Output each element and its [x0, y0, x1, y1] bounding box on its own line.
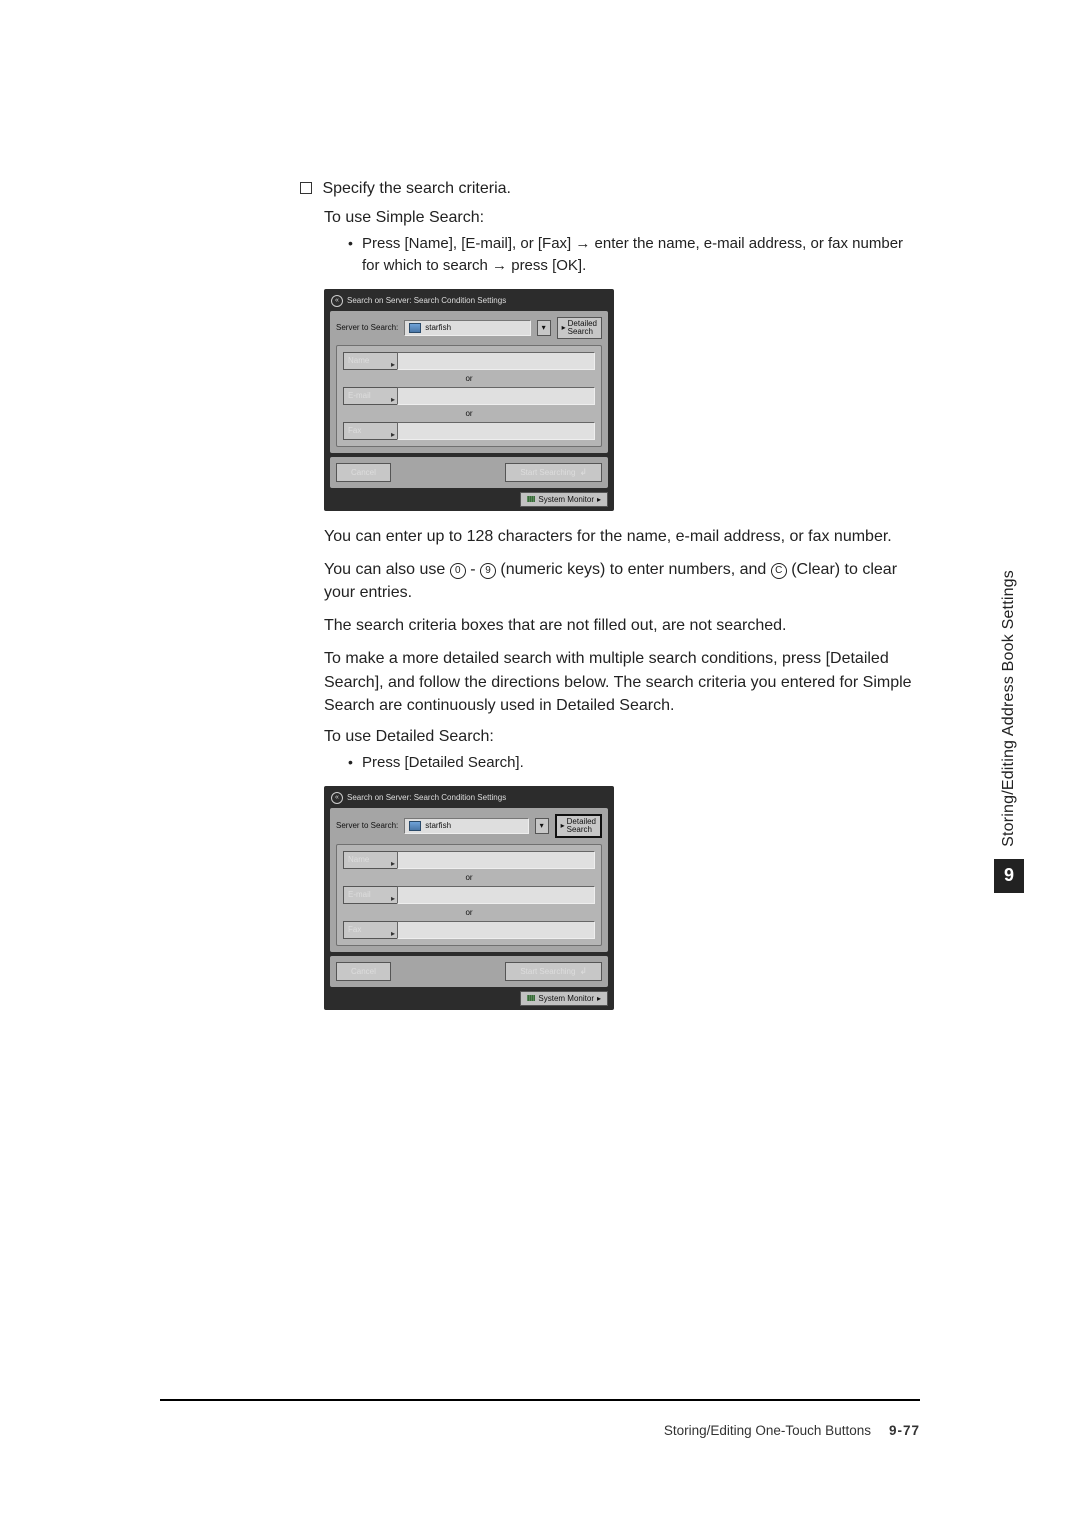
section-heading: Specify the search criteria. [300, 180, 920, 198]
email-field-button-2[interactable]: E-mail [343, 886, 397, 904]
checkbox-glyph [300, 182, 312, 194]
key-0-icon: 0 [450, 563, 466, 579]
fax-field-value-2[interactable] [397, 921, 595, 939]
footer-page-number: 9-77 [889, 1423, 920, 1438]
system-monitor-button[interactable]: System Monitor ▸ [520, 492, 608, 507]
email-field-button[interactable]: E-mail [343, 387, 397, 405]
chevron-right-icon: ▸ [597, 495, 601, 504]
key-clear-icon: C [771, 563, 787, 579]
chevron-right-icon: ▸ [562, 324, 566, 332]
char-limit-note: You can enter up to 128 characters for t… [324, 525, 920, 548]
footer-rule [160, 1399, 920, 1401]
email-field-value-2[interactable] [397, 886, 595, 904]
or-label-4: or [343, 908, 595, 917]
chevron-right-icon: ▸ [597, 994, 601, 1003]
lcd-title-bar-2: « Search on Server: Search Condition Set… [330, 792, 608, 808]
or-label-2: or [343, 409, 595, 418]
unused-criteria-note: The search criteria boxes that are not f… [324, 614, 920, 637]
name-field-value[interactable] [397, 352, 595, 370]
key-9-icon: 9 [480, 563, 496, 579]
server-dropdown-button[interactable]: ▾ [537, 320, 551, 336]
footer-section-title: Storing/Editing One-Touch Buttons [664, 1423, 871, 1438]
side-tab: Storing/Editing Address Book Settings 9 [994, 570, 1024, 893]
server-select[interactable]: starfish [404, 320, 530, 336]
lcd-title-text-2: Search on Server: Search Condition Setti… [347, 793, 506, 802]
detailed-btn-l2: Search [568, 328, 597, 336]
lcd-detailed-search: « Search on Server: Search Condition Set… [324, 786, 614, 1010]
detailed-search-button-highlighted[interactable]: ▸ Detailed Search [555, 814, 602, 838]
name-field-value-2[interactable] [397, 851, 595, 869]
system-monitor-button-2[interactable]: System Monitor ▸ [520, 991, 608, 1006]
detailed-search-explanation: To make a more detailed search with mult… [324, 647, 920, 717]
fax-field-value[interactable] [397, 422, 595, 440]
name-field-button[interactable]: Name [343, 352, 397, 370]
email-field-value[interactable] [397, 387, 595, 405]
chapter-number-box: 9 [994, 859, 1024, 893]
fax-field-button[interactable]: Fax [343, 422, 397, 440]
name-field-button-2[interactable]: Name [343, 851, 397, 869]
lcd-title-bar: « Search on Server: Search Condition Set… [330, 295, 608, 311]
server-to-search-label: Server to Search: [336, 323, 398, 332]
detailed-search-intro: To use Detailed Search: [324, 725, 920, 748]
simple-search-intro: To use Simple Search: [324, 206, 920, 229]
monitor-icon [527, 496, 535, 502]
lcd-simple-search: « Search on Server: Search Condition Set… [324, 289, 614, 511]
server-icon [409, 323, 421, 333]
cancel-button[interactable]: Cancel [336, 463, 391, 482]
section-heading-text: Specify the search criteria. [322, 180, 511, 197]
or-label-3: or [343, 873, 595, 882]
fax-field-button-2[interactable]: Fax [343, 921, 397, 939]
server-to-search-label-2: Server to Search: [336, 821, 398, 830]
monitor-icon [527, 995, 535, 1001]
server-dropdown-button-2[interactable]: ▾ [535, 818, 549, 834]
numeric-keys-note: You can also use 0 - 9 (numeric keys) to… [324, 558, 920, 604]
or-label: or [343, 374, 595, 383]
start-searching-button-2[interactable]: Start Searching [505, 962, 602, 981]
detailed-btn-l2b: Search [567, 826, 596, 834]
detailed-search-button[interactable]: ▸ Detailed Search [557, 317, 602, 339]
detailed-search-step: Press [Detailed Search]. [348, 752, 920, 774]
cancel-button-2[interactable]: Cancel [336, 962, 391, 981]
simple-search-step: Press [Name], [E-mail], or [Fax] → enter… [348, 233, 920, 277]
page-footer: Storing/Editing One-Touch Buttons 9-77 [160, 1399, 920, 1438]
server-name: starfish [425, 323, 451, 332]
server-icon [409, 821, 421, 831]
side-chapter-label: Storing/Editing Address Book Settings [1000, 570, 1018, 847]
chevron-right-icon: ▸ [561, 822, 565, 830]
start-searching-button[interactable]: Start Searching [505, 463, 602, 482]
back-arrow-icon: « [331, 792, 343, 804]
lcd-title-text: Search on Server: Search Condition Setti… [347, 296, 506, 305]
server-select-2[interactable]: starfish [404, 818, 528, 834]
back-arrow-icon: « [331, 295, 343, 307]
server-name-2: starfish [425, 821, 451, 830]
